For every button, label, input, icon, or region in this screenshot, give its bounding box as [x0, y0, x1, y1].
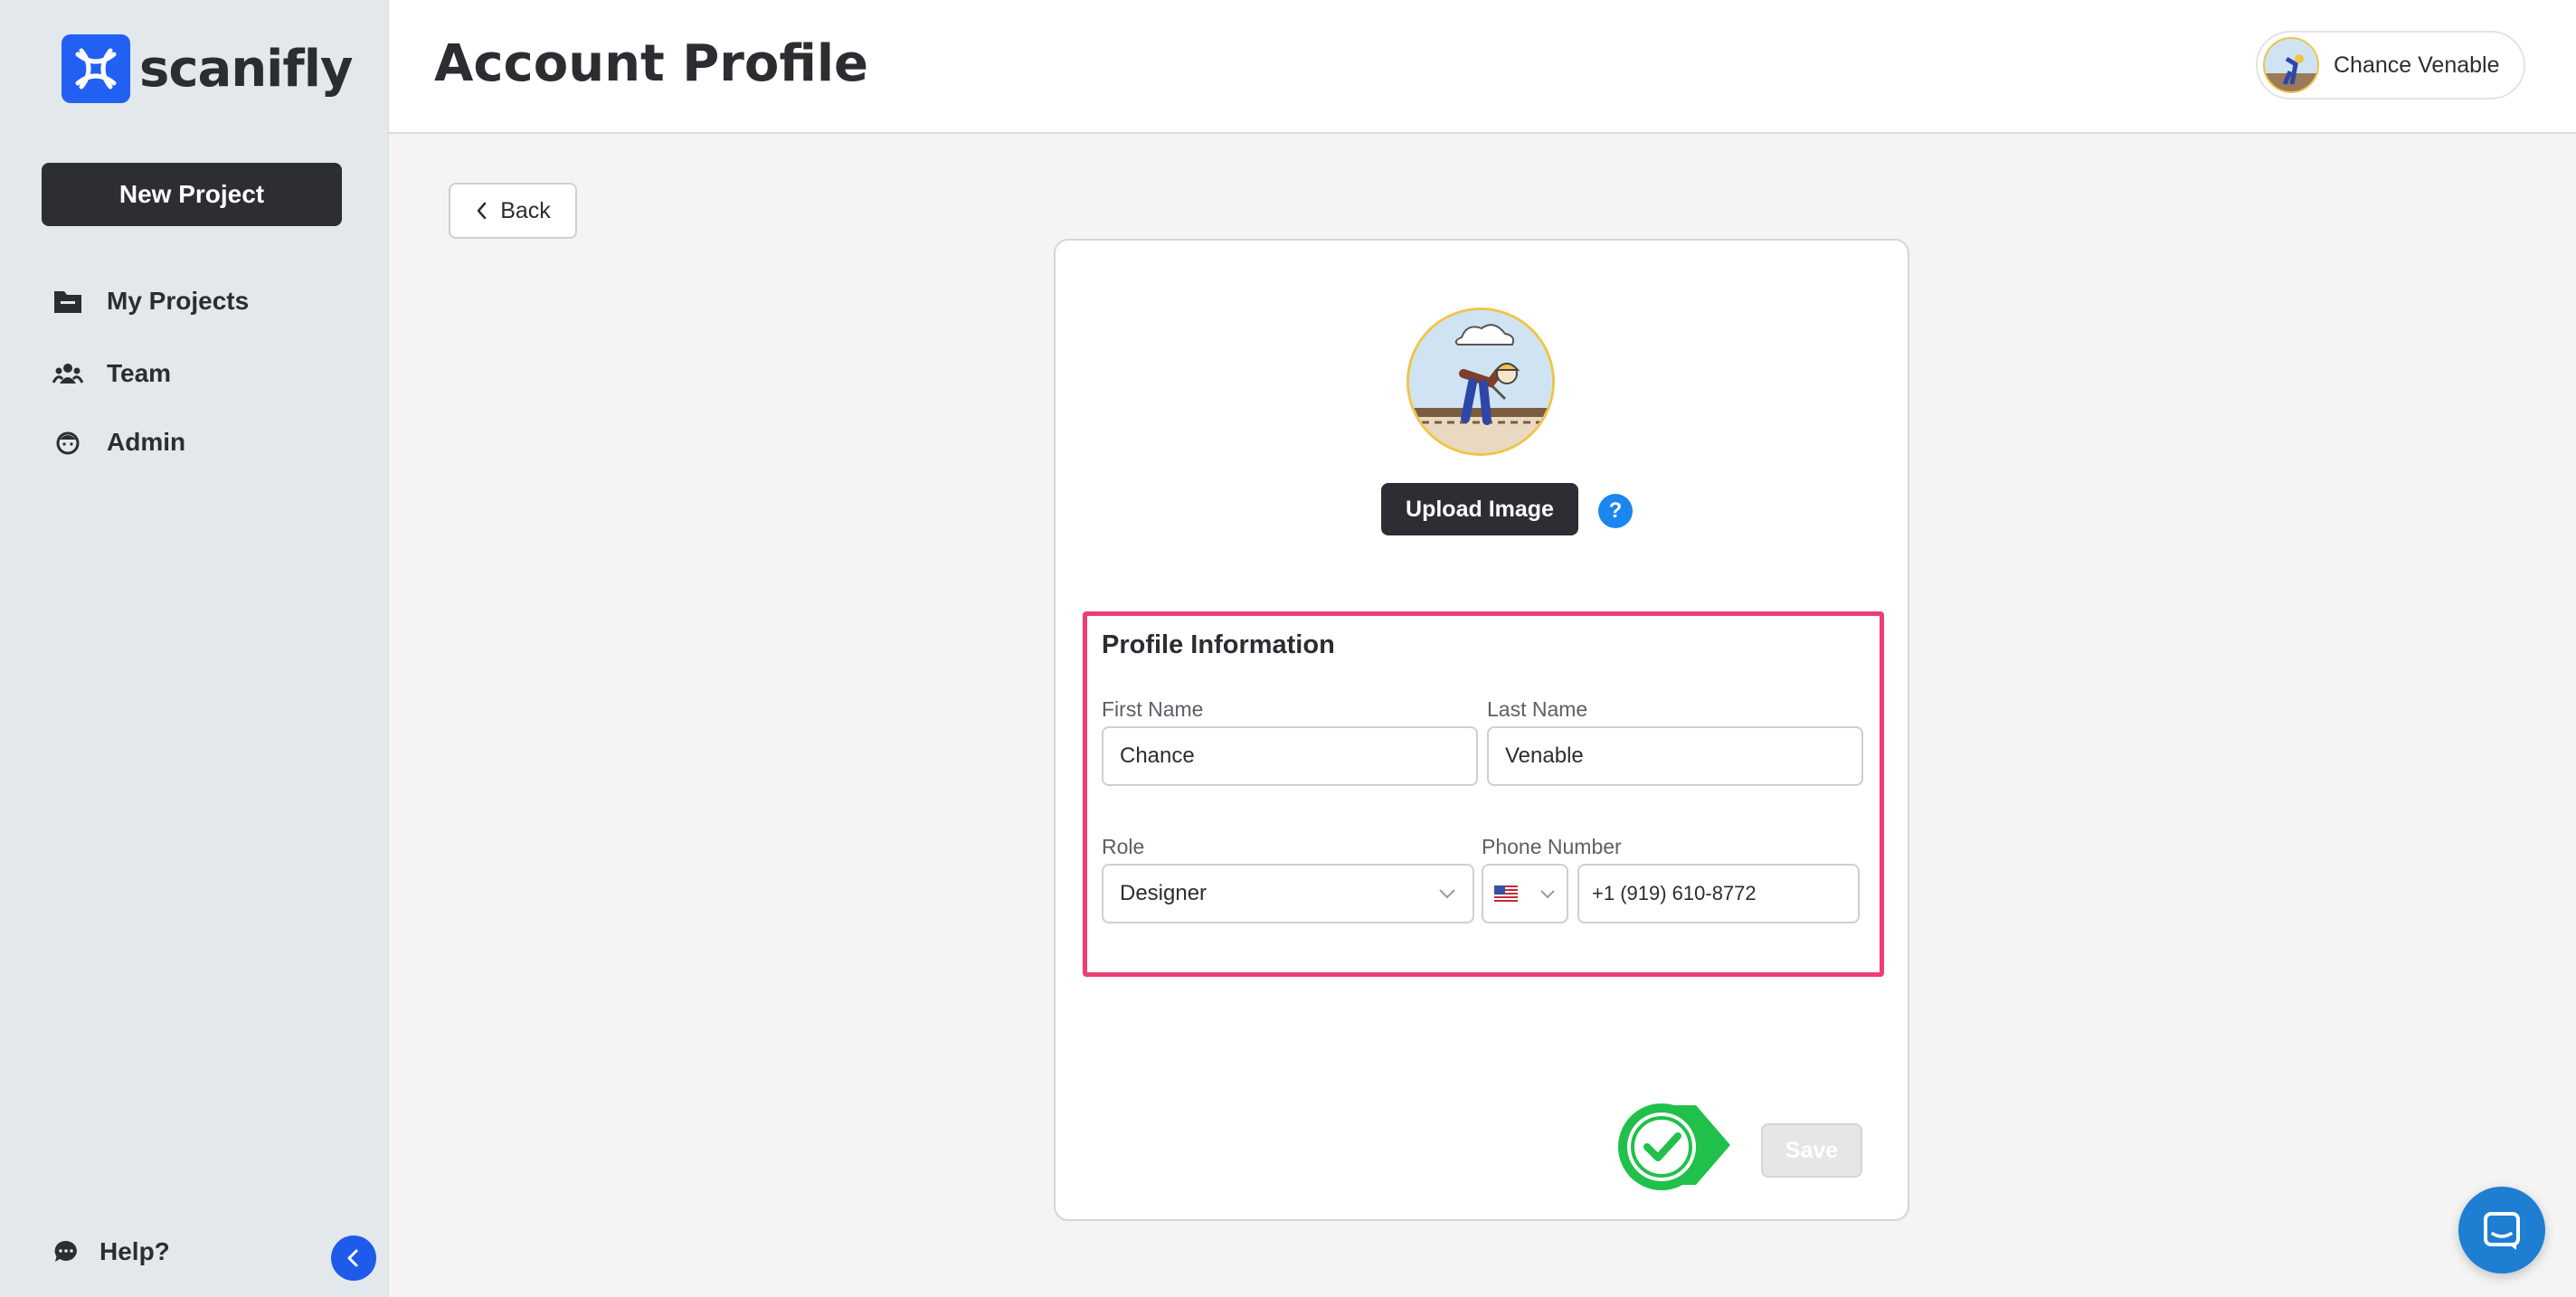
sidebar-item-label: Admin	[107, 428, 186, 456]
page-title: Account Profile	[434, 34, 869, 93]
brand-logo[interactable]: scanifly	[62, 34, 353, 103]
help-label: Help?	[99, 1237, 170, 1265]
chat-launcher-button[interactable]	[2458, 1187, 2545, 1273]
chat-icon	[2484, 1212, 2520, 1250]
checkmark-indicator-icon	[1618, 1103, 1730, 1190]
folder-icon	[54, 291, 81, 313]
chevron-left-icon	[347, 1249, 358, 1267]
sidebar: scanifly New Project My Projects Team Ad…	[0, 0, 389, 1297]
role-label: Role	[1102, 835, 1145, 858]
phone-number-input[interactable]	[1577, 864, 1860, 923]
save-button[interactable]: Save	[1761, 1123, 1862, 1178]
team-icon	[52, 364, 83, 383]
help-link[interactable]: Help?	[52, 1237, 170, 1266]
sidebar-item-label: My Projects	[107, 287, 250, 315]
profile-card: Upload Image ? Profile Information First…	[1054, 239, 1909, 1221]
back-button[interactable]: Back	[449, 183, 577, 239]
country-code-select[interactable]	[1482, 864, 1568, 923]
top-header: Account Profile Chance Venable	[389, 0, 2576, 134]
chevron-down-icon	[1439, 889, 1455, 899]
role-select[interactable]: Designer	[1102, 864, 1474, 923]
last-name-input[interactable]	[1487, 726, 1863, 786]
back-label: Back	[500, 197, 551, 223]
upload-image-button[interactable]: Upload Image	[1381, 483, 1578, 535]
new-project-button[interactable]: New Project	[42, 163, 342, 226]
profile-avatar	[1406, 308, 1555, 456]
admin-icon	[56, 431, 80, 455]
profile-information-section: Profile Information First Name Last Name…	[1083, 611, 1884, 977]
role-value: Designer	[1120, 881, 1208, 905]
user-menu[interactable]: Chance Venable	[2256, 31, 2525, 99]
first-name-label: First Name	[1102, 697, 1204, 721]
sidebar-item-my-projects[interactable]: My Projects	[52, 286, 249, 317]
chevron-left-icon	[477, 202, 487, 220]
us-flag-icon	[1494, 885, 1518, 902]
profile-picture-icon	[1409, 310, 1552, 453]
chat-bubble-icon	[54, 1240, 77, 1262]
last-name-label: Last Name	[1487, 697, 1588, 721]
sidebar-item-team[interactable]: Team	[52, 358, 171, 389]
phone-number-label: Phone Number	[1482, 835, 1622, 858]
sidebar-item-admin[interactable]: Admin	[52, 427, 185, 458]
upload-help-icon[interactable]: ?	[1598, 494, 1633, 528]
user-name: Chance Venable	[2334, 52, 2500, 78]
first-name-input[interactable]	[1102, 726, 1478, 786]
sidebar-item-label: Team	[107, 359, 172, 387]
chevron-down-icon	[1540, 889, 1555, 898]
section-title: Profile Information	[1102, 630, 1335, 659]
avatar	[2263, 37, 2319, 93]
collapse-sidebar-button[interactable]	[331, 1235, 376, 1281]
brand-name: scanifly	[139, 39, 353, 99]
scanifly-logo-icon	[62, 34, 130, 103]
